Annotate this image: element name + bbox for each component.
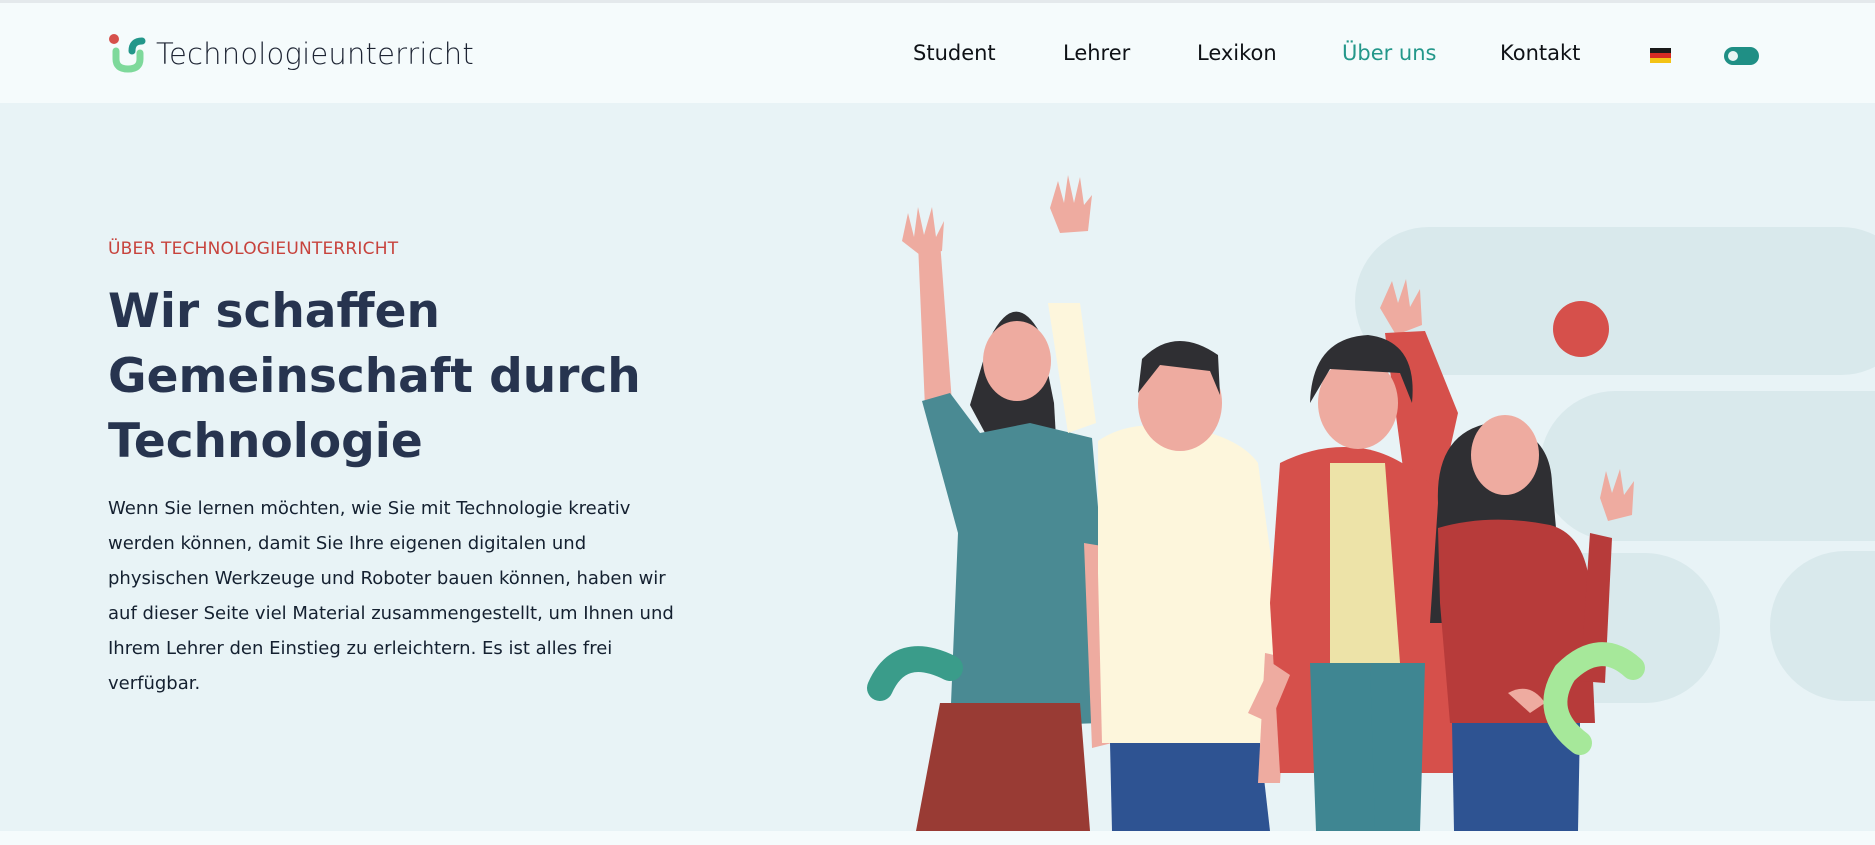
toggle-knob (1728, 51, 1738, 61)
body-line-6: verfügbar. (108, 673, 201, 694)
nav-ueber-uns[interactable]: Über uns (1342, 41, 1437, 65)
nav-kontakt[interactable]: Kontakt (1500, 41, 1580, 65)
hero-section: ÜBER TECHNOLOGIEUNTERRICHT Wir schaffen … (0, 103, 1875, 831)
body-line-5: Ihrem Lehrer den Einstieg zu erleichtern… (108, 638, 613, 659)
headline-line-1: Wir schaffen (108, 284, 440, 339)
theme-toggle[interactable] (1724, 47, 1759, 65)
headline-line-2: Gemeinschaft durch (108, 349, 641, 404)
body-line-2: werden können, damit Sie Ihre eigenen di… (108, 533, 587, 554)
nav-lexikon[interactable]: Lexikon (1197, 41, 1277, 65)
main-nav: Student Lehrer Lexikon Über uns Kontakt (0, 41, 1875, 73)
nav-student[interactable]: Student (913, 41, 996, 65)
hero-headline: Wir schaffen Gemeinschaft durch Technolo… (108, 279, 728, 474)
hero-body-text: Wenn Sie lernen möchten, wie Sie mit Tec… (108, 491, 688, 701)
body-line-4: auf dieser Seite viel Material zusammeng… (108, 603, 674, 624)
body-line-1: Wenn Sie lernen möchten, wie Sie mit Tec… (108, 498, 631, 519)
page-bottom-strip (0, 831, 1875, 845)
hero-eyebrow: ÜBER TECHNOLOGIEUNTERRICHT (108, 239, 399, 259)
body-line-3: physischen Werkzeuge und Roboter bauen k… (108, 568, 666, 589)
site-header: Technologieunterricht Student Lehrer Lex… (0, 3, 1875, 103)
nav-lehrer[interactable]: Lehrer (1063, 41, 1130, 65)
headline-line-3: Technologie (108, 414, 423, 469)
waving-group-illustration (840, 103, 1875, 831)
german-flag-icon[interactable] (1650, 48, 1671, 63)
